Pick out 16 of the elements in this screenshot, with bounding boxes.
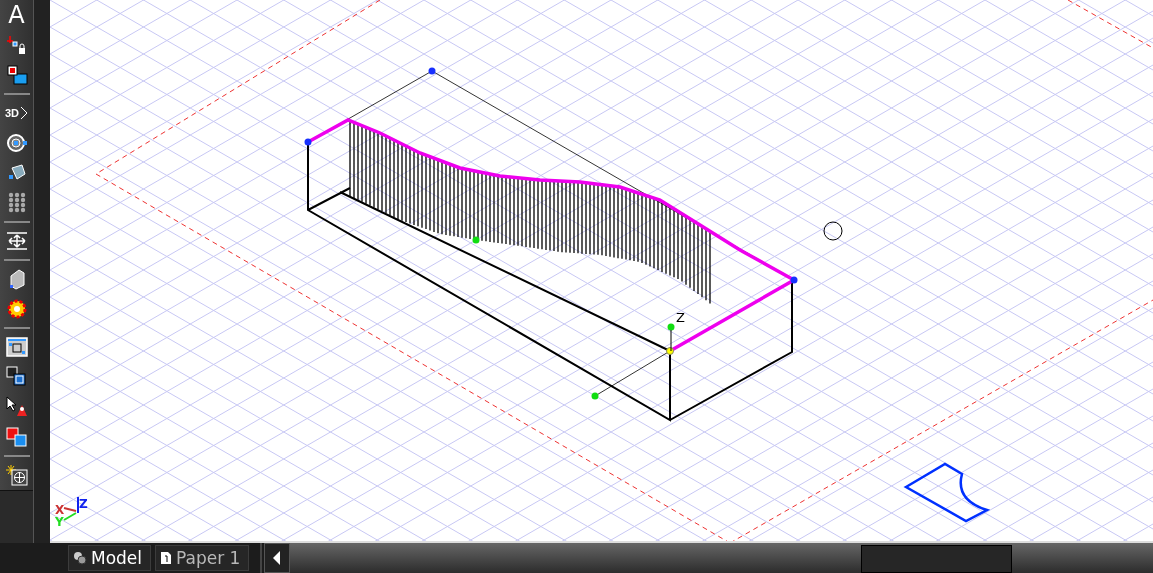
layout-tab[interactable]: Paper 1 (155, 545, 250, 571)
scrollbar-thumb[interactable] (861, 545, 1012, 573)
layout-tab[interactable]: Model (68, 545, 152, 571)
text-tool[interactable]: A (1, 0, 32, 30)
model-icon (73, 551, 87, 565)
horizontal-scrollbar[interactable] (290, 543, 1153, 573)
axis-label: Z (676, 310, 685, 325)
profile-shape[interactable] (904, 462, 989, 523)
page-icon (160, 551, 173, 565)
chevron-icon (20, 105, 29, 121)
3d-tool[interactable]: 3D (1, 98, 32, 128)
box-model-drawing[interactable] (304, 67, 798, 422)
drawing-canvas[interactable]: Z X Y Z (50, 0, 1153, 543)
cursor-circle (823, 221, 843, 241)
scroll-left-button[interactable] (264, 543, 290, 573)
left-arrow-icon (273, 551, 281, 565)
